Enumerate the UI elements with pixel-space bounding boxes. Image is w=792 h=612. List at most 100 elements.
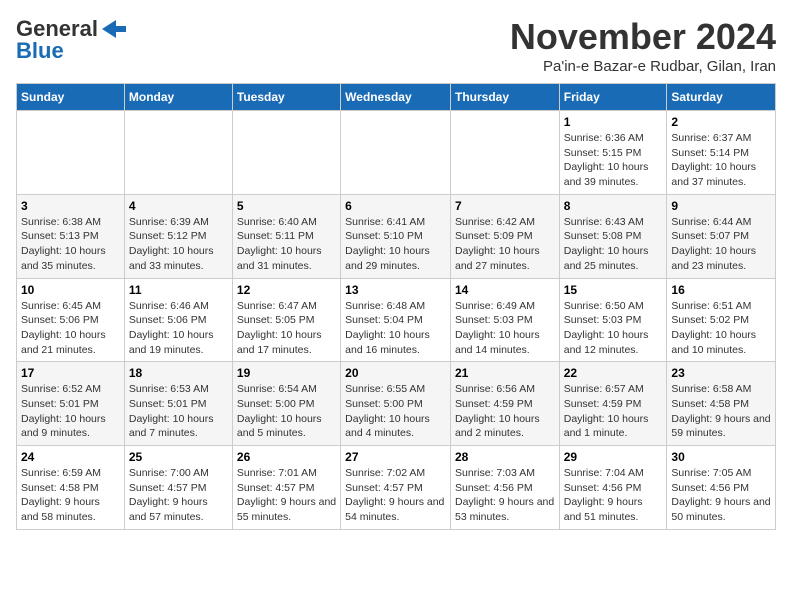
day-number: 24 — [21, 450, 120, 464]
day-number: 6 — [345, 199, 446, 213]
calendar-cell: 24 Sunrise: 6:59 AM Sunset: 4:58 PM Dayli… — [17, 446, 125, 530]
calendar-cell — [232, 111, 340, 195]
day-info: Sunrise: 6:51 AM Sunset: 5:02 PM Dayligh… — [671, 299, 771, 358]
calendar-cell: 6 Sunrise: 6:41 AM Sunset: 5:10 PM Daylig… — [341, 194, 451, 278]
calendar-cell: 12 Sunrise: 6:47 AM Sunset: 5:05 PM Dayli… — [232, 278, 340, 362]
day-number: 27 — [345, 450, 446, 464]
day-number: 28 — [455, 450, 555, 464]
day-info: Sunrise: 6:58 AM Sunset: 4:58 PM Dayligh… — [671, 382, 771, 441]
day-info: Sunrise: 6:39 AM Sunset: 5:12 PM Dayligh… — [129, 215, 228, 274]
day-number: 5 — [237, 199, 336, 213]
day-info: Sunrise: 6:40 AM Sunset: 5:11 PM Dayligh… — [237, 215, 336, 274]
calendar-cell: 2 Sunrise: 6:37 AM Sunset: 5:14 PM Daylig… — [667, 111, 776, 195]
day-info: Sunrise: 6:57 AM Sunset: 4:59 PM Dayligh… — [564, 382, 663, 441]
day-number: 10 — [21, 283, 120, 297]
month-title: November 2024 — [510, 16, 776, 58]
day-number: 23 — [671, 366, 771, 380]
day-info: Sunrise: 6:50 AM Sunset: 5:03 PM Dayligh… — [564, 299, 663, 358]
day-info: Sunrise: 6:38 AM Sunset: 5:13 PM Dayligh… — [21, 215, 120, 274]
day-info: Sunrise: 7:01 AM Sunset: 4:57 PM Dayligh… — [237, 466, 336, 525]
day-info: Sunrise: 6:36 AM Sunset: 5:15 PM Dayligh… — [564, 131, 663, 190]
calendar-body: 1 Sunrise: 6:36 AM Sunset: 5:15 PM Daylig… — [17, 111, 776, 530]
calendar-cell: 23 Sunrise: 6:58 AM Sunset: 4:58 PM Dayli… — [667, 362, 776, 446]
weekday-header-saturday: Saturday — [667, 84, 776, 111]
weekday-header-monday: Monday — [124, 84, 232, 111]
day-info: Sunrise: 6:55 AM Sunset: 5:00 PM Dayligh… — [345, 382, 446, 441]
calendar-cell: 19 Sunrise: 6:54 AM Sunset: 5:00 PM Dayli… — [232, 362, 340, 446]
calendar-week-row: 10 Sunrise: 6:45 AM Sunset: 5:06 PM Dayli… — [17, 278, 776, 362]
weekday-header-friday: Friday — [559, 84, 667, 111]
day-info: Sunrise: 6:53 AM Sunset: 5:01 PM Dayligh… — [129, 382, 228, 441]
day-number: 29 — [564, 450, 663, 464]
calendar-cell: 21 Sunrise: 6:56 AM Sunset: 4:59 PM Dayli… — [450, 362, 559, 446]
weekday-header-wednesday: Wednesday — [341, 84, 451, 111]
day-info: Sunrise: 6:56 AM Sunset: 4:59 PM Dayligh… — [455, 382, 555, 441]
calendar-table: SundayMondayTuesdayWednesdayThursdayFrid… — [16, 83, 776, 530]
day-info: Sunrise: 6:47 AM Sunset: 5:05 PM Dayligh… — [237, 299, 336, 358]
calendar-week-row: 1 Sunrise: 6:36 AM Sunset: 5:15 PM Daylig… — [17, 111, 776, 195]
day-number: 22 — [564, 366, 663, 380]
day-info: Sunrise: 7:02 AM Sunset: 4:57 PM Dayligh… — [345, 466, 446, 525]
day-info: Sunrise: 7:00 AM Sunset: 4:57 PM Dayligh… — [129, 466, 228, 525]
day-info: Sunrise: 7:05 AM Sunset: 4:56 PM Dayligh… — [671, 466, 771, 525]
calendar-cell: 17 Sunrise: 6:52 AM Sunset: 5:01 PM Dayli… — [17, 362, 125, 446]
calendar-cell: 26 Sunrise: 7:01 AM Sunset: 4:57 PM Dayli… — [232, 446, 340, 530]
day-info: Sunrise: 6:45 AM Sunset: 5:06 PM Dayligh… — [21, 299, 120, 358]
calendar-cell: 11Sunrise: 6:46 AM Sunset: 5:06 PM Dayli… — [124, 278, 232, 362]
calendar-cell: 4 Sunrise: 6:39 AM Sunset: 5:12 PM Daylig… — [124, 194, 232, 278]
day-number: 19 — [237, 366, 336, 380]
calendar-cell: 1 Sunrise: 6:36 AM Sunset: 5:15 PM Daylig… — [559, 111, 667, 195]
day-number: 26 — [237, 450, 336, 464]
calendar-week-row: 3Sunrise: 6:38 AM Sunset: 5:13 PM Daylig… — [17, 194, 776, 278]
day-info: Sunrise: 6:49 AM Sunset: 5:03 PM Dayligh… — [455, 299, 555, 358]
calendar-cell: 16Sunrise: 6:51 AM Sunset: 5:02 PM Dayli… — [667, 278, 776, 362]
day-number: 25 — [129, 450, 228, 464]
day-number: 30 — [671, 450, 771, 464]
day-number: 18 — [129, 366, 228, 380]
calendar-cell: 25 Sunrise: 7:00 AM Sunset: 4:57 PM Dayli… — [124, 446, 232, 530]
day-info: Sunrise: 7:03 AM Sunset: 4:56 PM Dayligh… — [455, 466, 555, 525]
day-info: Sunrise: 6:42 AM Sunset: 5:09 PM Dayligh… — [455, 215, 555, 274]
day-info: Sunrise: 6:54 AM Sunset: 5:00 PM Dayligh… — [237, 382, 336, 441]
calendar-cell — [450, 111, 559, 195]
calendar-cell: 20Sunrise: 6:55 AM Sunset: 5:00 PM Dayli… — [341, 362, 451, 446]
day-number: 14 — [455, 283, 555, 297]
day-number: 4 — [129, 199, 228, 213]
weekday-header-sunday: Sunday — [17, 84, 125, 111]
calendar-cell: 22 Sunrise: 6:57 AM Sunset: 4:59 PM Dayli… — [559, 362, 667, 446]
day-number: 17 — [21, 366, 120, 380]
day-info: Sunrise: 6:44 AM Sunset: 5:07 PM Dayligh… — [671, 215, 771, 274]
day-info: Sunrise: 6:37 AM Sunset: 5:14 PM Dayligh… — [671, 131, 771, 190]
day-number: 21 — [455, 366, 555, 380]
day-number: 12 — [237, 283, 336, 297]
weekday-header-tuesday: Tuesday — [232, 84, 340, 111]
day-info: Sunrise: 6:59 AM Sunset: 4:58 PM Dayligh… — [21, 466, 120, 525]
weekday-header-thursday: Thursday — [450, 84, 559, 111]
calendar-cell: 14 Sunrise: 6:49 AM Sunset: 5:03 PM Dayli… — [450, 278, 559, 362]
day-number: 11 — [129, 283, 228, 297]
day-number: 15 — [564, 283, 663, 297]
logo-blue: Blue — [16, 38, 64, 64]
page-header: General Blue November 2024 Pa'in-e Bazar… — [16, 16, 776, 75]
logo: General Blue — [16, 16, 126, 64]
day-info: Sunrise: 7:04 AM Sunset: 4:56 PM Dayligh… — [564, 466, 663, 525]
day-number: 2 — [671, 115, 771, 129]
day-info: Sunrise: 6:41 AM Sunset: 5:10 PM Dayligh… — [345, 215, 446, 274]
calendar-cell: 30 Sunrise: 7:05 AM Sunset: 4:56 PM Dayli… — [667, 446, 776, 530]
calendar-cell: 9Sunrise: 6:44 AM Sunset: 5:07 PM Daylig… — [667, 194, 776, 278]
logo-arrow-icon — [98, 18, 126, 40]
day-info: Sunrise: 6:52 AM Sunset: 5:01 PM Dayligh… — [21, 382, 120, 441]
day-number: 13 — [345, 283, 446, 297]
day-number: 1 — [564, 115, 663, 129]
calendar-header: SundayMondayTuesdayWednesdayThursdayFrid… — [17, 84, 776, 111]
day-info: Sunrise: 6:48 AM Sunset: 5:04 PM Dayligh… — [345, 299, 446, 358]
calendar-cell: 13 Sunrise: 6:48 AM Sunset: 5:04 PM Dayli… — [341, 278, 451, 362]
weekday-header-row: SundayMondayTuesdayWednesdayThursdayFrid… — [17, 84, 776, 111]
calendar-cell: 29 Sunrise: 7:04 AM Sunset: 4:56 PM Dayli… — [559, 446, 667, 530]
day-info: Sunrise: 6:43 AM Sunset: 5:08 PM Dayligh… — [564, 215, 663, 274]
calendar-week-row: 17 Sunrise: 6:52 AM Sunset: 5:01 PM Dayli… — [17, 362, 776, 446]
calendar-cell: 3Sunrise: 6:38 AM Sunset: 5:13 PM Daylig… — [17, 194, 125, 278]
calendar-cell: 8Sunrise: 6:43 AM Sunset: 5:08 PM Daylig… — [559, 194, 667, 278]
calendar-cell — [17, 111, 125, 195]
calendar-cell: 7Sunrise: 6:42 AM Sunset: 5:09 PM Daylig… — [450, 194, 559, 278]
